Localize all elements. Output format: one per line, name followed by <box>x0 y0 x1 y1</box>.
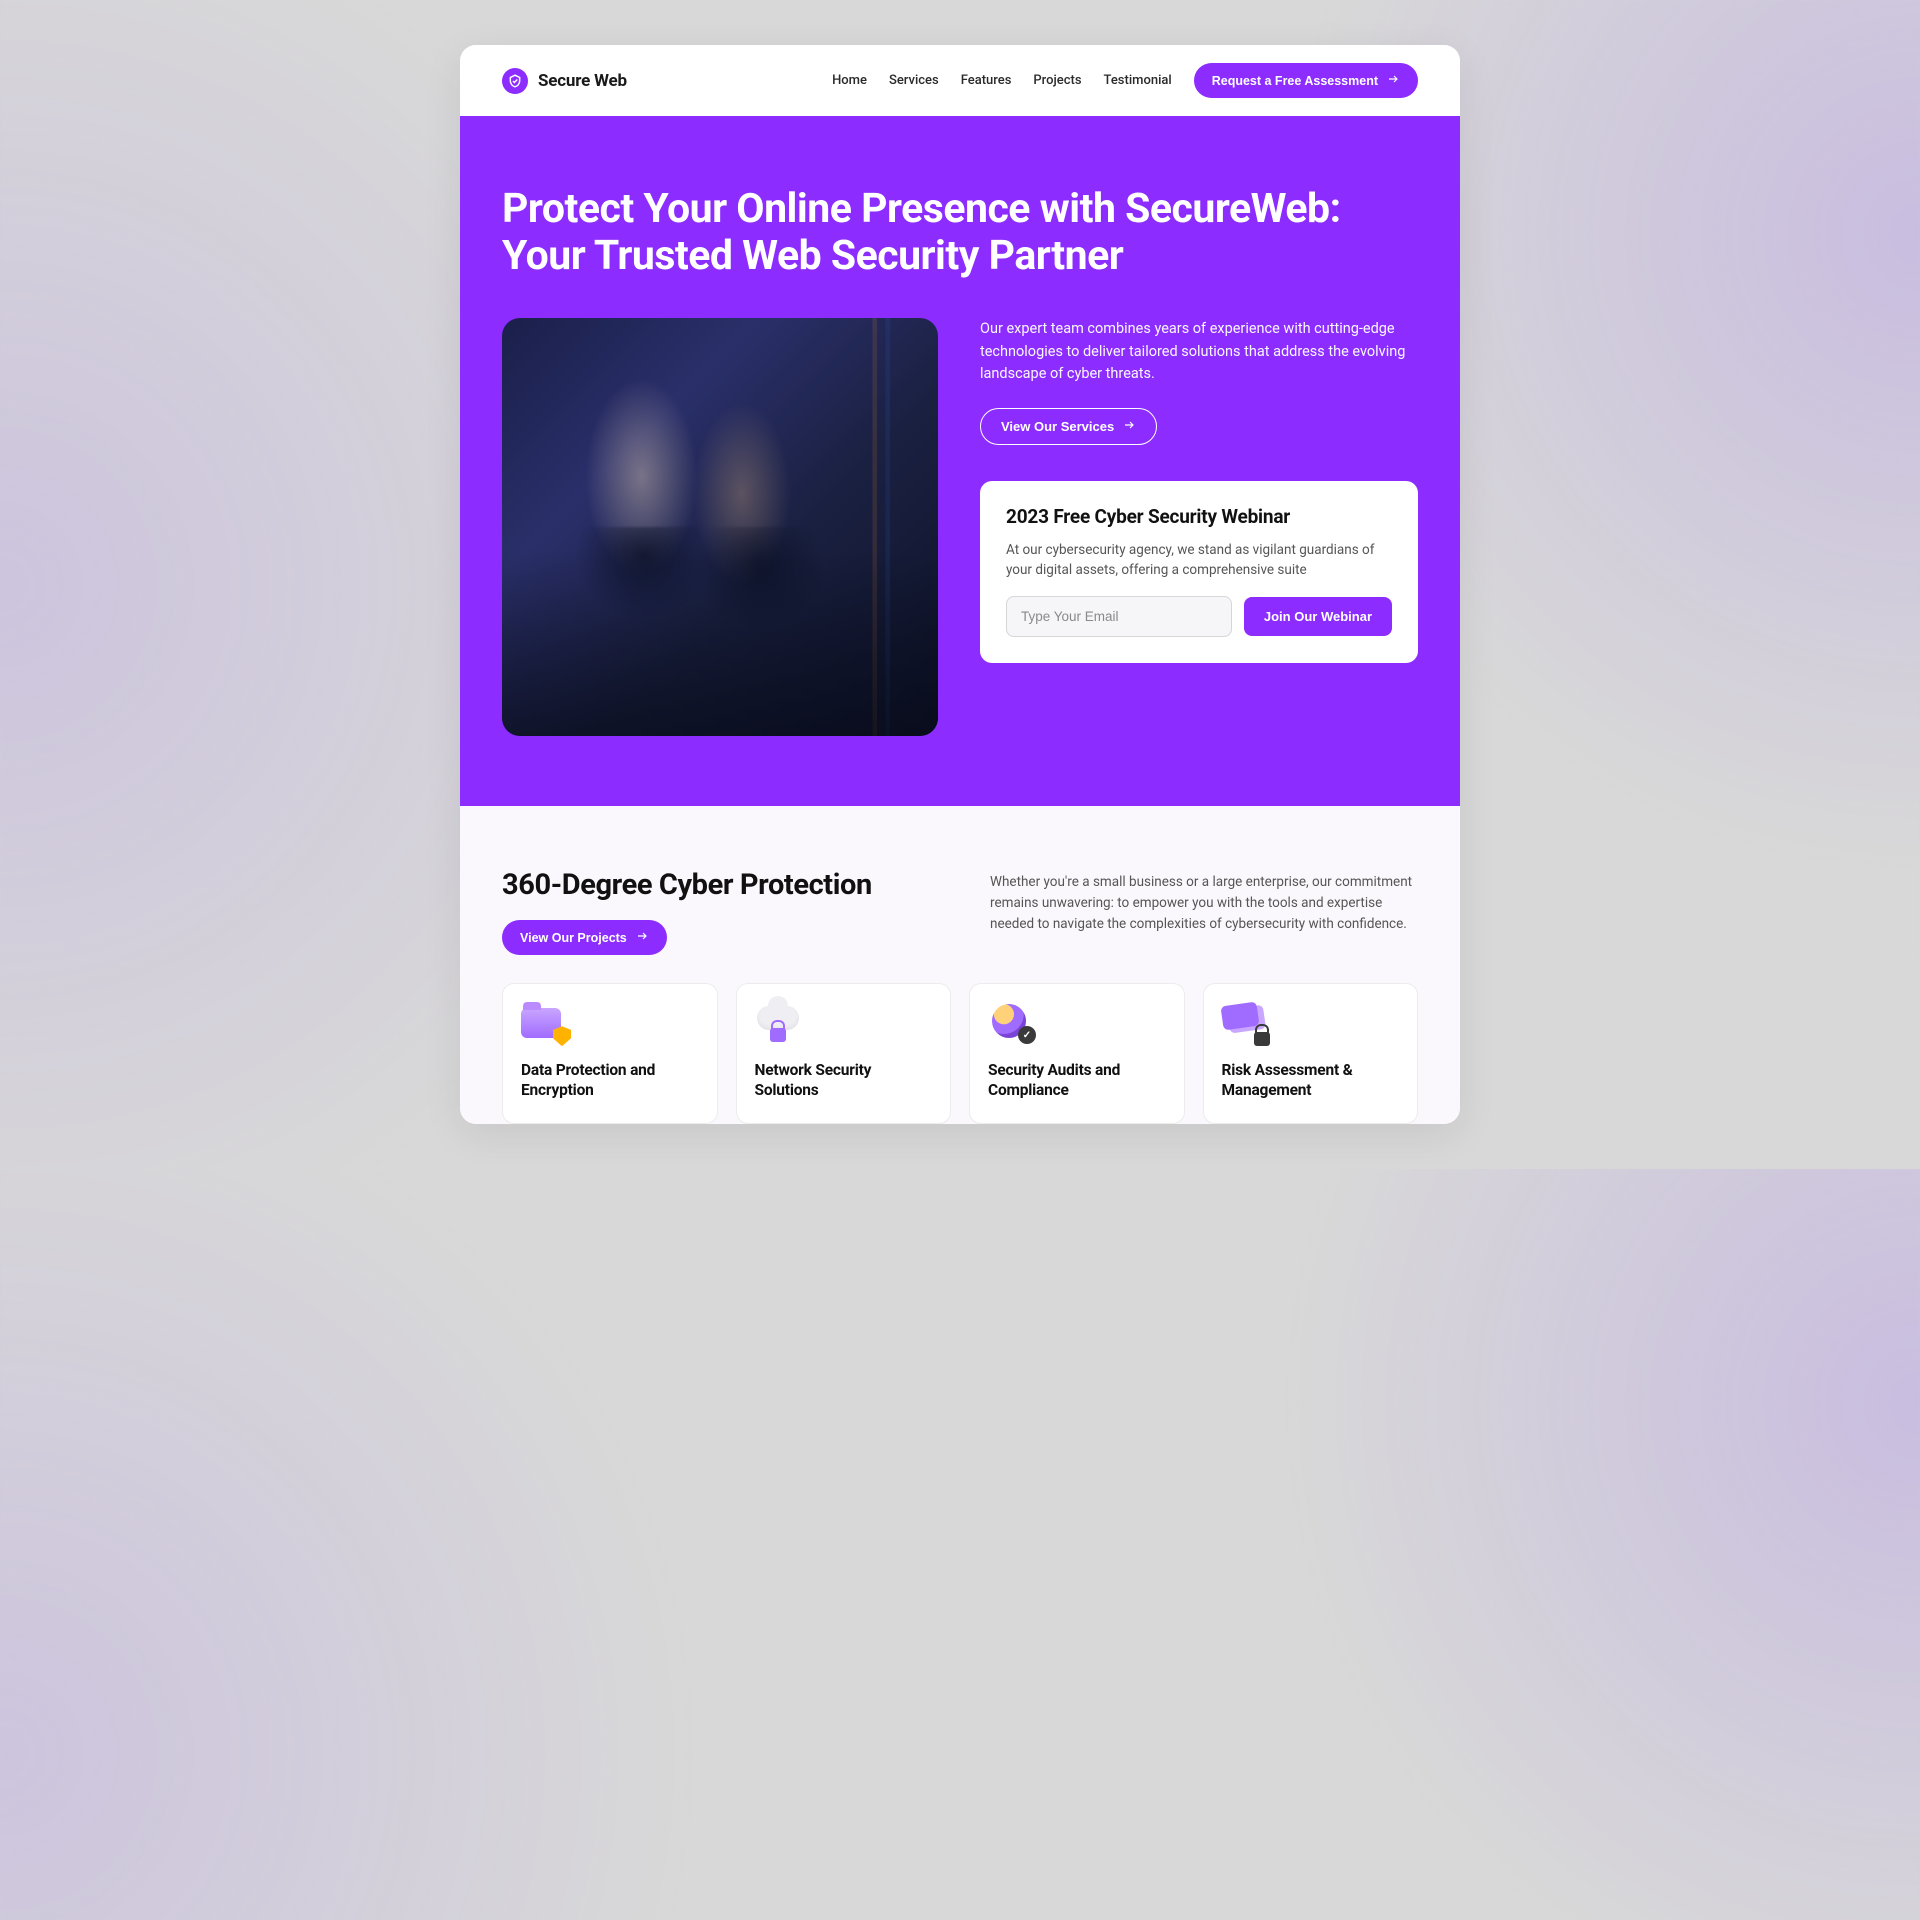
card-risk-assessment[interactable]: Risk Assessment & Management <box>1203 983 1419 1123</box>
webinar-form: Join Our Webinar <box>1006 596 1392 637</box>
card-title: Risk Assessment & Management <box>1222 1060 1400 1100</box>
card-title: Data Protection and Encryption <box>521 1060 699 1100</box>
arrow-right-icon <box>635 930 649 945</box>
section-head: 360-Degree Cyber Protection View Our Pro… <box>502 868 1418 955</box>
card-title: Network Security Solutions <box>755 1060 933 1100</box>
email-input[interactable] <box>1006 596 1232 637</box>
section-desc: Whether you're a small business or a lar… <box>990 868 1418 935</box>
cloud-lock-icon <box>755 1004 801 1044</box>
card-security-audits[interactable]: Security Audits and Compliance <box>969 983 1185 1123</box>
nav-link-testimonial[interactable]: Testimonial <box>1104 73 1172 88</box>
section-360: 360-Degree Cyber Protection View Our Pro… <box>460 806 1460 1123</box>
nav-link-projects[interactable]: Projects <box>1033 73 1081 88</box>
join-webinar-button[interactable]: Join Our Webinar <box>1244 597 1392 636</box>
page-frame: Secure Web Home Services Features Projec… <box>460 45 1460 1124</box>
folder-shield-icon <box>521 1004 567 1044</box>
arrow-right-icon <box>1122 419 1136 434</box>
hero-title: Protect Your Online Presence with Secure… <box>502 186 1362 280</box>
view-projects-button[interactable]: View Our Projects <box>502 920 667 955</box>
globe-check-icon <box>988 1004 1034 1044</box>
cards-lock-icon <box>1222 1004 1268 1044</box>
hero-image <box>502 318 938 736</box>
feature-cards: Data Protection and Encryption Network S… <box>502 983 1418 1123</box>
webinar-card: 2023 Free Cyber Security Webinar At our … <box>980 481 1418 664</box>
arrow-right-icon <box>1386 73 1400 88</box>
hero-right: Our expert team combines years of experi… <box>980 318 1418 663</box>
nav-links: Home Services Features Projects Testimon… <box>832 63 1418 98</box>
shield-icon <box>502 68 528 94</box>
request-assessment-button[interactable]: Request a Free Assessment <box>1194 63 1418 98</box>
hero-section: Protect Your Online Presence with Secure… <box>460 116 1460 806</box>
view-services-button[interactable]: View Our Services <box>980 408 1157 445</box>
hero-desc: Our expert team combines years of experi… <box>980 318 1418 385</box>
card-network-security[interactable]: Network Security Solutions <box>736 983 952 1123</box>
webinar-desc: At our cybersecurity agency, we stand as… <box>1006 540 1392 581</box>
nav-link-features[interactable]: Features <box>961 73 1012 88</box>
cta-label: Request a Free Assessment <box>1212 74 1378 88</box>
navbar: Secure Web Home Services Features Projec… <box>460 45 1460 116</box>
card-data-protection[interactable]: Data Protection and Encryption <box>502 983 718 1123</box>
hero-grid: Our expert team combines years of experi… <box>502 318 1418 736</box>
brand[interactable]: Secure Web <box>502 68 627 94</box>
view-projects-label: View Our Projects <box>520 931 627 945</box>
view-services-label: View Our Services <box>1001 419 1114 434</box>
nav-link-services[interactable]: Services <box>889 73 939 88</box>
section-title: 360-Degree Cyber Protection <box>502 868 930 902</box>
nav-link-home[interactable]: Home <box>832 73 867 88</box>
card-title: Security Audits and Compliance <box>988 1060 1166 1100</box>
brand-name: Secure Web <box>538 71 627 91</box>
webinar-title: 2023 Free Cyber Security Webinar <box>1006 505 1392 528</box>
